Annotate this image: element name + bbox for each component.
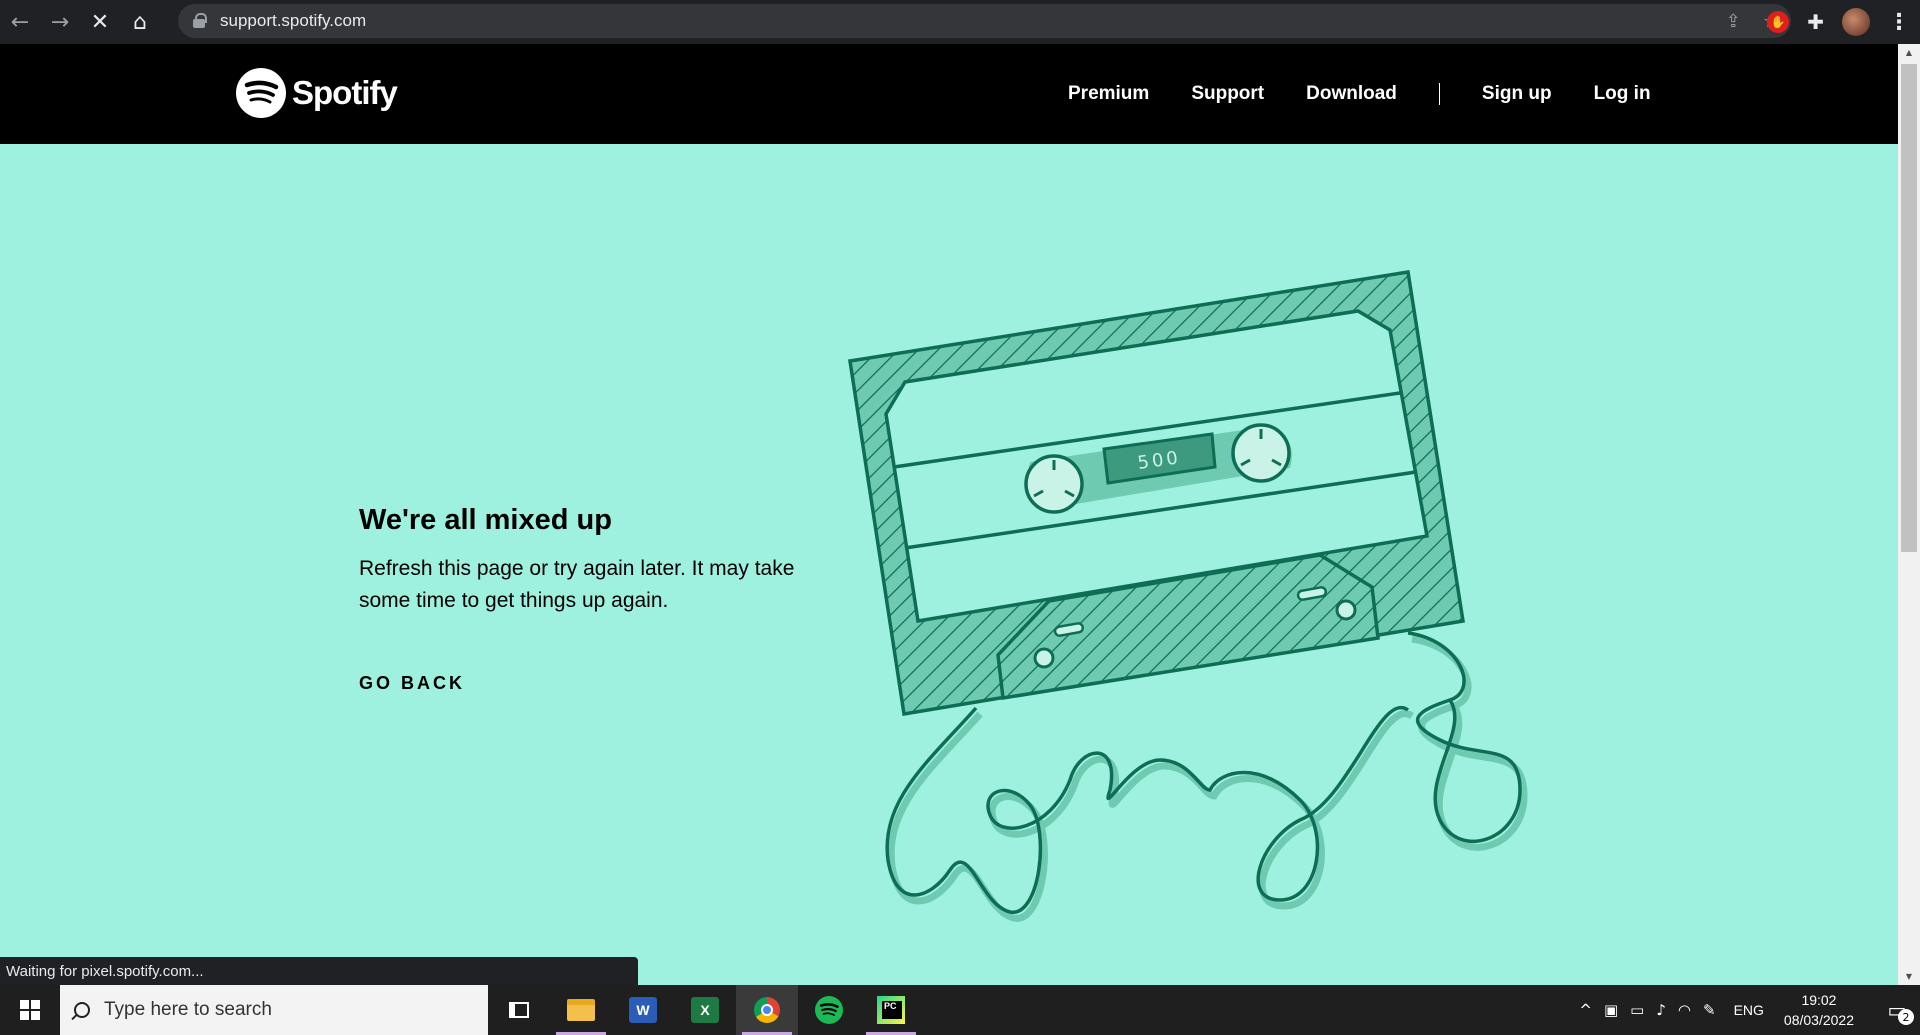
wifi-icon[interactable]: ◠ [1678, 1001, 1691, 1019]
spotify-logo[interactable]: Spotify [236, 68, 398, 118]
chrome-button[interactable] [736, 985, 798, 1035]
forward-arrow-icon: → [50, 9, 70, 35]
windows-logo-icon [20, 1000, 40, 1020]
nav-signup-link[interactable]: Sign up [1482, 83, 1552, 105]
pen-icon[interactable]: ✎ [1703, 1001, 1716, 1019]
pycharm-button[interactable] [860, 985, 922, 1035]
clock-date: 08/03/2022 [1783, 1012, 1854, 1028]
excel-button[interactable]: X [674, 985, 736, 1035]
home-button[interactable]: ⌂ [120, 2, 160, 42]
close-icon: ✕ [90, 9, 110, 35]
language-indicator[interactable]: ENG [1734, 1002, 1764, 1018]
forward-button[interactable]: → [40, 2, 80, 42]
word-icon: W [629, 997, 657, 1023]
logo-wordmark: Spotify [292, 74, 398, 111]
excel-icon: X [691, 997, 719, 1023]
address-bar[interactable]: support.spotify.com ⇪ ☆ [178, 4, 1791, 38]
notification-center-button[interactable]: ▭ 2 [1874, 985, 1920, 1035]
notification-count-badge: 2 [1898, 1009, 1914, 1025]
system-tray: ^ ▣ ▭ ♪ ◠ ✎ ENG 19:02 08/03/2022 ▭ 2 [1579, 985, 1920, 1035]
search-icon [74, 1002, 90, 1018]
nav-login-link[interactable]: Log in [1594, 83, 1651, 105]
clock[interactable]: 19:02 08/03/2022 [1784, 990, 1854, 1030]
hand-icon: ✋ [1770, 15, 1786, 29]
site-header: Spotify Premium Support Download Sign up… [0, 44, 1898, 144]
clock-time: 19:02 [1801, 992, 1837, 1008]
spotify-button[interactable] [798, 985, 860, 1035]
file-explorer-button[interactable] [550, 985, 612, 1035]
volume-icon[interactable]: ♪ [1656, 1001, 1666, 1019]
page-scrollbar[interactable]: ▲ ▼ [1898, 44, 1920, 985]
more-menu-icon[interactable]: ⋮ [1888, 10, 1910, 35]
spotify-icon [815, 996, 843, 1024]
error-message-block: We're all mixed up Refresh this page or … [359, 504, 799, 694]
profile-avatar[interactable] [1842, 8, 1870, 36]
task-view-icon [509, 1002, 529, 1018]
spotify-logo-icon [236, 68, 286, 118]
nav-support-link[interactable]: Support [1191, 83, 1264, 105]
start-button[interactable] [0, 985, 60, 1035]
browser-toolbar: ← → ✕ ⌂ support.spotify.com ⇪ ☆ ✋ ✚ ⋮ [0, 0, 1920, 44]
taskbar-search[interactable]: Type here to search [60, 985, 488, 1035]
windows-taskbar: Type here to search W X ^ ▣ ▭ ♪ ◠ ✎ ENG … [0, 985, 1920, 1035]
nav-download-link[interactable]: Download [1306, 83, 1397, 105]
chevron-up-icon[interactable]: ^ [1579, 1001, 1592, 1019]
main-nav: Premium Support Download Sign up Log in [1068, 44, 1693, 144]
chrome-icon [754, 997, 780, 1023]
meet-now-icon[interactable]: ▣ [1604, 1001, 1618, 1019]
scroll-down-icon[interactable]: ▼ [1898, 968, 1920, 985]
back-arrow-icon: ← [10, 9, 30, 35]
puzzle-icon[interactable]: ✚ [1807, 10, 1824, 34]
nav-premium-link[interactable]: Premium [1068, 83, 1149, 105]
cassette-illustration: 500 [848, 269, 1528, 922]
pycharm-icon [877, 996, 905, 1024]
scroll-thumb[interactable] [1901, 64, 1917, 552]
search-placeholder[interactable]: Type here to search [104, 999, 272, 1021]
back-button[interactable]: ← [0, 2, 40, 42]
loading-status: Waiting for pixel.spotify.com... [0, 957, 638, 985]
lock-icon[interactable] [192, 13, 207, 29]
extensions-area: ✋ ✚ ⋮ [1767, 0, 1910, 44]
error-description: Refresh this page or try again later. It… [359, 557, 795, 612]
share-icon[interactable]: ⇪ [1726, 11, 1741, 32]
error-title: We're all mixed up [359, 504, 612, 536]
adblock-extension-icon[interactable]: ✋ [1767, 11, 1790, 33]
word-button[interactable]: W [612, 985, 674, 1035]
url-text[interactable]: support.spotify.com [220, 11, 366, 31]
folder-icon [567, 999, 595, 1021]
nav-divider [1438, 83, 1440, 105]
battery-icon[interactable]: ▭ [1630, 1001, 1644, 1019]
home-icon: ⌂ [133, 9, 147, 35]
stop-loading-button[interactable]: ✕ [80, 2, 120, 42]
task-view-button[interactable] [488, 985, 550, 1035]
scroll-up-icon[interactable]: ▲ [1898, 44, 1920, 61]
go-back-link[interactable]: GO BACK [359, 673, 465, 694]
